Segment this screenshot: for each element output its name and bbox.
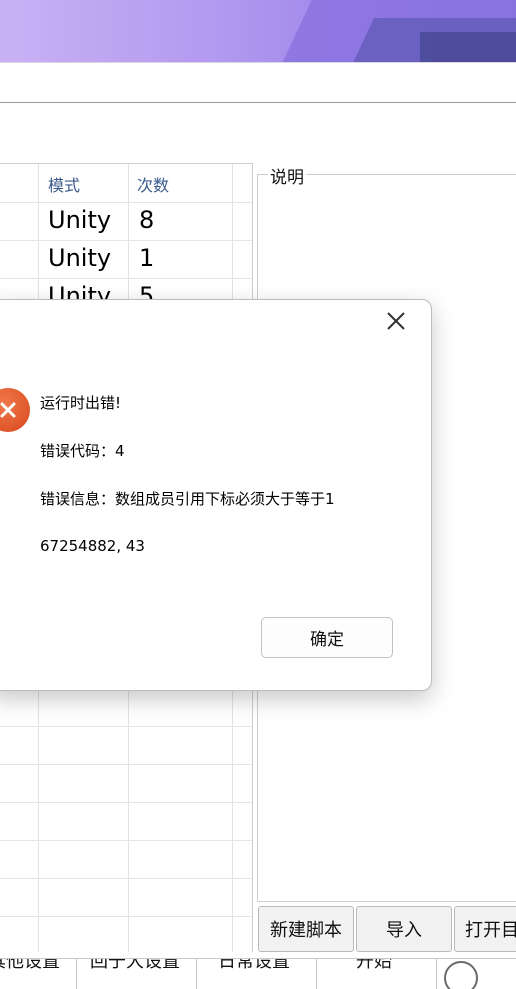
table-cell-mode[interactable]: Unity xyxy=(48,244,111,272)
row-divider xyxy=(0,878,252,879)
table-cell-count[interactable]: 8 xyxy=(139,206,154,234)
error-message: 错误信息：数组成员引用下标必须大于等于1 xyxy=(40,490,335,508)
row-divider xyxy=(0,278,252,279)
header-banner xyxy=(0,0,516,62)
open-dir-button[interactable]: 打开目 xyxy=(454,906,516,952)
tab-label: 其他设置 xyxy=(0,959,60,972)
circle-icon[interactable] xyxy=(444,961,478,989)
table-cell-mode[interactable]: Unity xyxy=(48,206,111,234)
row-divider xyxy=(0,840,252,841)
import-button[interactable]: 导入 xyxy=(356,906,452,952)
row-divider xyxy=(0,202,252,203)
error-location: 67254882, 43 xyxy=(40,537,145,555)
tab-label: 开始 xyxy=(356,959,392,972)
description-title: 说明 xyxy=(268,163,306,188)
error-code: 错误代码：4 xyxy=(40,442,125,460)
column-header-mode[interactable]: 模式 xyxy=(48,172,80,196)
table-cell-count[interactable]: 1 xyxy=(139,244,154,272)
row-divider xyxy=(0,764,252,765)
divider xyxy=(0,102,516,103)
tab-daily-settings[interactable]: 日常设置 xyxy=(196,959,317,989)
tab-label: 日常设置 xyxy=(218,959,290,972)
banner-decoration xyxy=(420,32,516,62)
tab-label: 回于大设置 xyxy=(90,959,180,972)
bottom-tabs: 其他设置 回于大设置 日常设置 开始 xyxy=(0,958,516,989)
column-header-count[interactable]: 次数 xyxy=(137,172,169,196)
divider xyxy=(0,62,516,63)
new-script-button[interactable]: 新建脚本 xyxy=(258,906,354,952)
row-divider xyxy=(0,240,252,241)
close-icon[interactable] xyxy=(385,310,407,332)
tab-settings-2[interactable]: 回于大设置 xyxy=(76,959,197,989)
row-divider xyxy=(0,726,252,727)
row-divider xyxy=(0,802,252,803)
ok-button[interactable]: 确定 xyxy=(261,617,393,658)
tab-start[interactable]: 开始 xyxy=(316,959,437,989)
row-divider xyxy=(0,916,252,917)
tab-other-settings[interactable]: 其他设置 xyxy=(0,959,77,989)
error-title: 运行时出错! xyxy=(40,394,122,412)
